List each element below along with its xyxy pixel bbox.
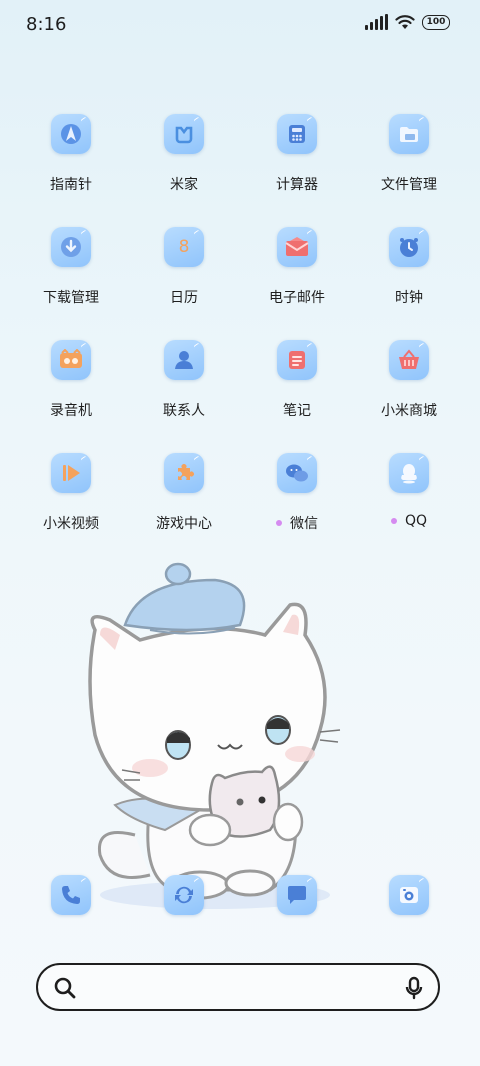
search-icon[interactable] <box>54 977 76 999</box>
new-badge-dot <box>390 518 397 524</box>
calculator-icon <box>277 114 317 154</box>
app-mi-video[interactable]: 小米视频 <box>16 453 126 533</box>
app-game-center[interactable]: 游戏中心 <box>129 453 239 533</box>
app-label: QQ <box>390 513 428 529</box>
app-contacts[interactable]: 联系人 <box>129 340 239 420</box>
app-qq[interactable]: QQ <box>354 453 464 529</box>
microphone-icon[interactable] <box>404 976 424 1000</box>
mijia-icon <box>164 114 204 154</box>
app-label: 指南针 <box>50 177 92 193</box>
search-input[interactable] <box>90 975 384 1001</box>
app-label: 笔记 <box>283 403 311 419</box>
app-label: 录音机 <box>50 403 92 419</box>
app-label: 计算器 <box>276 177 318 193</box>
qq-penguin-icon <box>389 453 429 493</box>
recorder-icon <box>51 340 91 380</box>
app-label: 小米商城 <box>381 403 437 419</box>
phone-icon <box>51 875 91 915</box>
contacts-icon <box>164 340 204 380</box>
dock-browser[interactable] <box>129 875 239 915</box>
app-mijia[interactable]: 米家 <box>129 114 239 194</box>
dock-phone[interactable] <box>16 875 126 915</box>
app-label-text: 微信 <box>290 516 318 532</box>
notes-icon <box>277 340 317 380</box>
app-clock[interactable]: 时钟 <box>354 227 464 307</box>
app-label: 联系人 <box>163 403 205 419</box>
app-label: 游戏中心 <box>156 516 212 532</box>
status-icons: 100 <box>365 14 450 30</box>
app-label: 文件管理 <box>381 177 437 193</box>
download-icon <box>51 227 91 267</box>
dock-camera[interactable] <box>354 875 464 915</box>
folder-icon <box>389 114 429 154</box>
camera-icon <box>389 875 429 915</box>
game-puzzle-icon <box>164 453 204 493</box>
app-label: 小米视频 <box>43 516 99 532</box>
cellular-signal-icon <box>365 14 388 30</box>
calendar-day-glyph: 8 <box>178 237 190 257</box>
wifi-icon <box>395 15 415 29</box>
wechat-icon <box>277 453 317 493</box>
app-label: 日历 <box>170 290 198 306</box>
app-download-manager[interactable]: 下载管理 <box>16 227 126 307</box>
status-time: 8:16 <box>26 14 67 35</box>
app-notes[interactable]: 笔记 <box>242 340 352 420</box>
app-label: 米家 <box>170 177 198 193</box>
search-bar[interactable] <box>36 963 440 1011</box>
app-label: 微信 <box>276 513 318 533</box>
app-compass[interactable]: 指南针 <box>16 114 126 194</box>
app-calendar[interactable]: 8 日历 <box>129 227 239 307</box>
app-label: 电子邮件 <box>269 290 325 306</box>
app-calculator[interactable]: 计算器 <box>242 114 352 194</box>
app-file-manager[interactable]: 文件管理 <box>354 114 464 194</box>
shop-basket-icon <box>389 340 429 380</box>
browser-icon <box>164 875 204 915</box>
app-email[interactable]: 电子邮件 <box>242 227 352 307</box>
app-wechat[interactable]: 微信 <box>242 453 352 533</box>
battery-icon: 100 <box>422 14 450 30</box>
messages-icon <box>277 875 317 915</box>
app-label: 下载管理 <box>43 290 99 306</box>
app-label: 时钟 <box>395 290 423 306</box>
app-mi-store[interactable]: 小米商城 <box>354 340 464 420</box>
clock-icon <box>389 227 429 267</box>
status-bar: 8:16 100 <box>0 0 480 50</box>
app-recorder[interactable]: 录音机 <box>16 340 126 420</box>
compass-icon <box>51 114 91 154</box>
new-badge-dot <box>276 520 282 526</box>
calendar-icon: 8 <box>164 227 204 267</box>
video-play-icon <box>51 453 91 493</box>
dock-messages[interactable] <box>242 875 352 915</box>
mail-icon <box>277 227 317 267</box>
app-label-text: QQ <box>404 513 428 529</box>
